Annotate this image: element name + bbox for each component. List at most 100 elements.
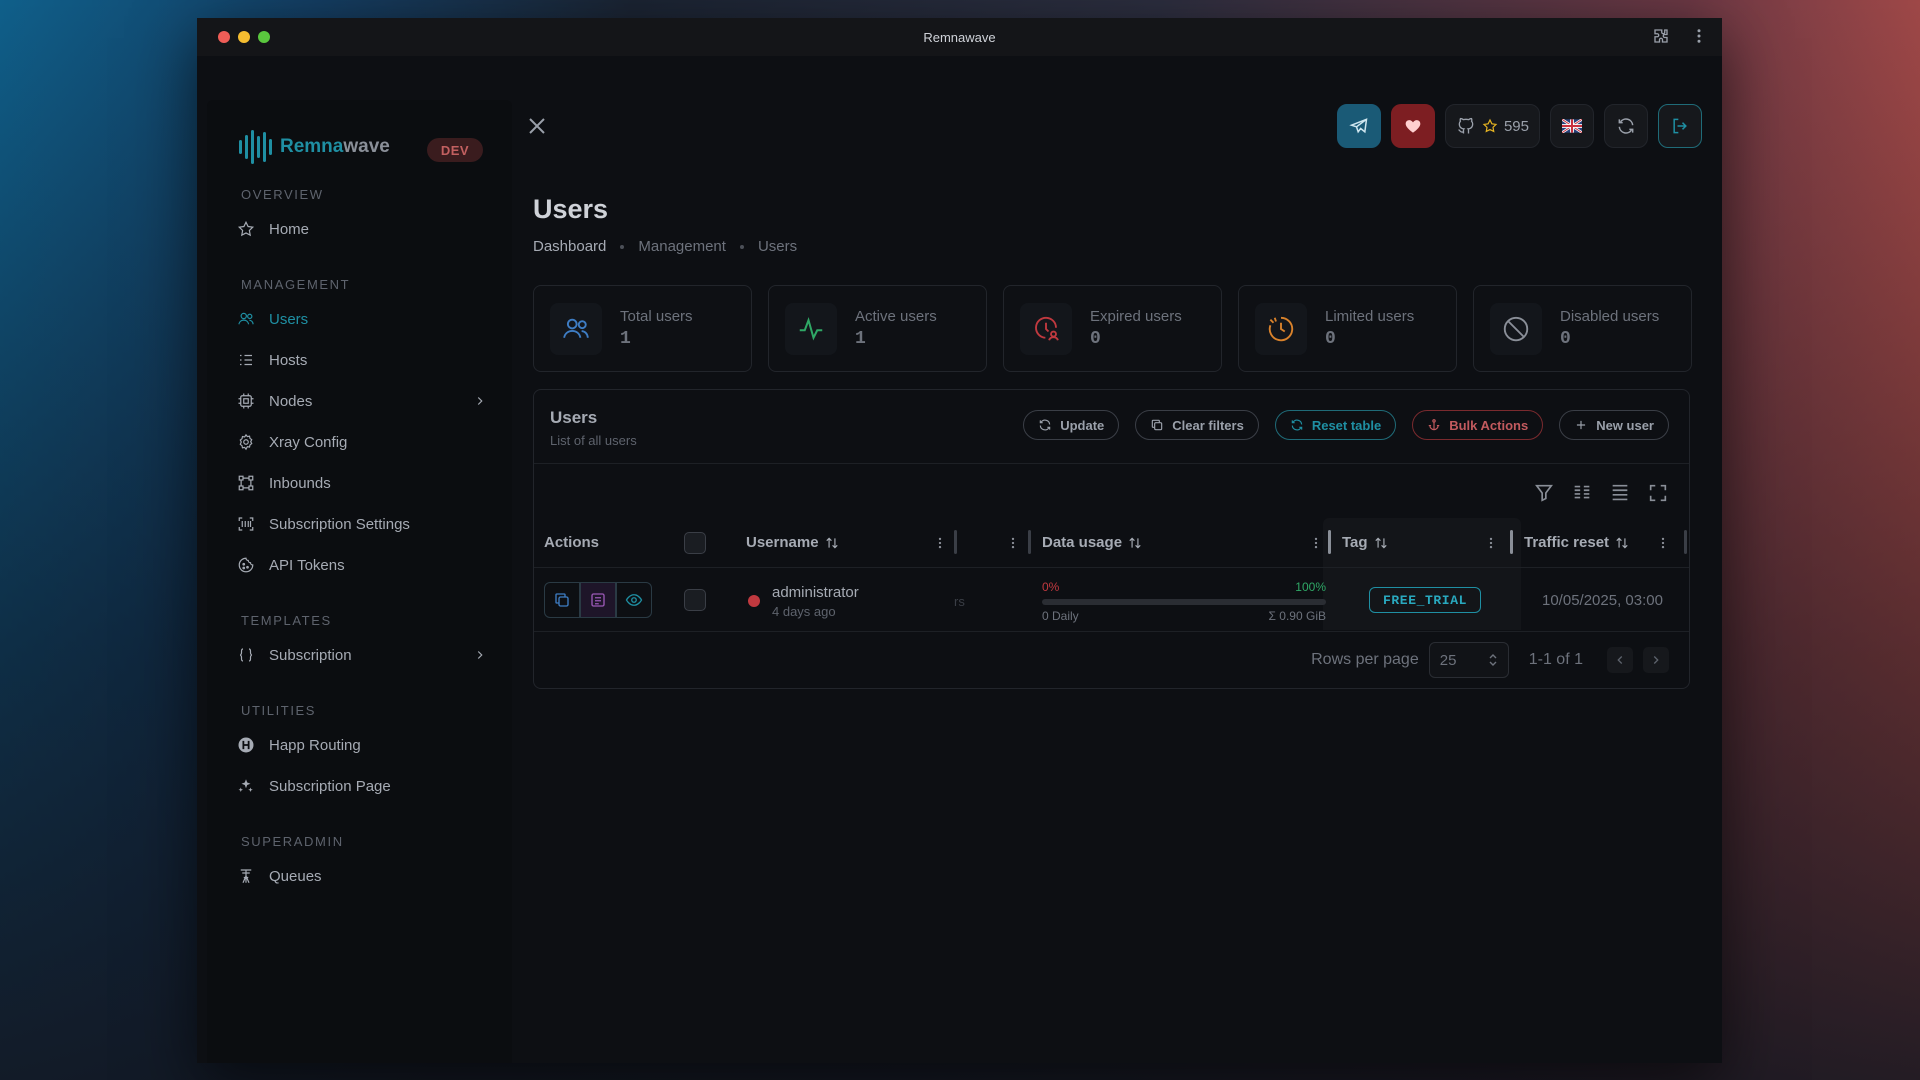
user-created: 4 days ago <box>772 604 836 619</box>
sort-icon <box>1374 537 1387 548</box>
stat-card-active: Active users 1 <box>768 285 987 372</box>
section-superadmin: SUPERADMIN <box>241 834 344 849</box>
row-select-checkbox[interactable] <box>684 589 706 611</box>
users-icon <box>563 318 589 338</box>
github-button[interactable]: 595 <box>1444 104 1540 148</box>
select-all-checkbox[interactable] <box>684 532 706 554</box>
column-resize-handle[interactable] <box>1328 530 1331 554</box>
table-actions: Update Clear filters Reset table Bulk Ac… <box>1023 410 1669 440</box>
sidebar-item-users[interactable]: Users <box>237 303 487 335</box>
stat-icon-wrap <box>1020 302 1072 355</box>
sidebar-item-happ-routing[interactable]: Happ Routing <box>237 729 487 761</box>
username[interactable]: administrator <box>772 584 859 601</box>
reset-table-button[interactable]: Reset table <box>1274 410 1397 440</box>
column-menu-icon[interactable] <box>1656 534 1670 552</box>
selector-icon <box>1489 654 1497 666</box>
minimize-window-button[interactable] <box>238 31 250 43</box>
sidebar-item-label: Subscription Page <box>269 777 391 795</box>
window-title: Remnawave <box>923 29 996 45</box>
plus-icon <box>1577 420 1586 430</box>
sidebar-item-xray-config[interactable]: Xray Config <box>237 426 487 458</box>
scan-icon <box>238 517 254 531</box>
donate-button[interactable] <box>1390 104 1435 148</box>
refresh-button[interactable] <box>1604 104 1648 148</box>
telegram-button[interactable] <box>1336 104 1381 148</box>
copy-link-button[interactable] <box>544 582 580 618</box>
brand-logo[interactable]: Remnawave <box>239 130 390 164</box>
breadcrumb-management[interactable]: Management <box>638 238 726 255</box>
button-label: New user <box>1596 417 1654 433</box>
extension-icon[interactable] <box>1652 27 1670 45</box>
maximize-window-button[interactable] <box>258 31 270 43</box>
hidden-column-text: rs <box>954 594 965 609</box>
sidebar-item-nodes[interactable]: Nodes <box>237 385 487 417</box>
sidebar-item-subscription[interactable]: Subscription <box>237 639 487 671</box>
column-label: Data usage <box>1042 534 1123 551</box>
section-utilities: UTILITIES <box>241 703 317 718</box>
density-icon[interactable] <box>1609 482 1631 504</box>
window-controls <box>218 31 270 43</box>
column-header-data-usage[interactable]: Data usage <box>1042 534 1142 551</box>
sidebar-item-subscription-page[interactable]: Subscription Page <box>237 770 487 802</box>
column-menu-icon[interactable] <box>1484 534 1498 552</box>
activity-icon <box>799 316 823 340</box>
column-resize-handle[interactable] <box>1028 530 1031 554</box>
sidebar-item-inbounds[interactable]: Inbounds <box>237 467 487 499</box>
columns-icon[interactable] <box>1571 482 1593 504</box>
rows-per-page-select[interactable]: 25 <box>1428 642 1509 678</box>
sidebar-item-api-tokens[interactable]: API Tokens <box>237 549 487 581</box>
env-badge: DEV <box>427 138 483 162</box>
column-menu-icon[interactable] <box>1006 534 1020 552</box>
refresh-icon <box>1618 118 1634 134</box>
pagination-range: 1-1 of 1 <box>1528 651 1583 668</box>
next-page-button[interactable] <box>1643 647 1669 673</box>
filter-icon[interactable] <box>1533 482 1555 504</box>
users-icon <box>238 312 254 325</box>
stat-card-disabled: Disabled users 0 <box>1473 285 1692 372</box>
column-resize-handle[interactable] <box>1684 530 1687 554</box>
logo-icon <box>239 130 272 164</box>
column-header-username[interactable]: Username <box>746 534 839 551</box>
column-menu-icon[interactable] <box>1309 534 1323 552</box>
sidebar-item-hosts[interactable]: Hosts <box>237 344 487 376</box>
column-header-actions: Actions <box>544 534 599 551</box>
table-row[interactable]: administrator 4 days ago rs 0% 100% 0 Da… <box>534 568 1689 632</box>
close-icon[interactable] <box>525 114 549 138</box>
titlebar-actions <box>1652 27 1708 45</box>
list-icon <box>240 354 252 366</box>
prev-page-button[interactable] <box>1607 647 1633 673</box>
column-header-traffic-reset[interactable]: Traffic reset <box>1524 534 1629 551</box>
user-tag-badge: FREE_TRIAL <box>1369 587 1481 613</box>
sidebar-item-queues[interactable]: Queues <box>237 860 487 892</box>
new-user-button[interactable]: New user <box>1559 410 1669 440</box>
usage-meta: 0 Daily Σ 0.90 GiB <box>1042 609 1326 623</box>
details-button[interactable] <box>580 582 616 618</box>
sidebar-item-subscription-settings[interactable]: Subscription Settings <box>237 508 487 540</box>
column-resize-handle[interactable] <box>1510 530 1513 554</box>
logout-button[interactable] <box>1658 104 1702 148</box>
fullscreen-icon[interactable] <box>1647 482 1669 504</box>
sidebar-item-label: Subscription Settings <box>269 515 410 533</box>
more-vertical-icon[interactable] <box>1690 27 1708 45</box>
close-window-button[interactable] <box>218 31 230 43</box>
column-resize-handle[interactable] <box>954 530 957 554</box>
rows-per-page-value: 25 <box>1439 651 1457 669</box>
view-button[interactable] <box>616 582 652 618</box>
column-header-tag[interactable]: Tag <box>1342 534 1388 551</box>
table-header: Actions Username Data usage Tag Traffic … <box>534 518 1689 568</box>
chevron-right-icon <box>1653 656 1659 664</box>
clear-filters-button[interactable]: Clear filters <box>1135 410 1259 440</box>
traffic-reset-value: 10/05/2025, 03:00 <box>1542 592 1663 609</box>
column-menu-icon[interactable] <box>933 534 947 552</box>
breadcrumb-dashboard[interactable]: Dashboard <box>533 238 606 255</box>
stat-card-total: Total users 1 <box>533 285 752 372</box>
language-button[interactable] <box>1550 104 1594 148</box>
gear-icon <box>239 433 253 451</box>
update-button[interactable]: Update <box>1023 410 1120 440</box>
sidebar-item-home[interactable]: Home <box>237 213 487 245</box>
sparkles-icon <box>238 779 253 792</box>
github-stars-count: 595 <box>1503 117 1529 135</box>
topology-icon <box>238 475 254 491</box>
bulk-actions-button[interactable]: Bulk Actions <box>1412 410 1544 440</box>
telegram-icon <box>1349 118 1368 134</box>
